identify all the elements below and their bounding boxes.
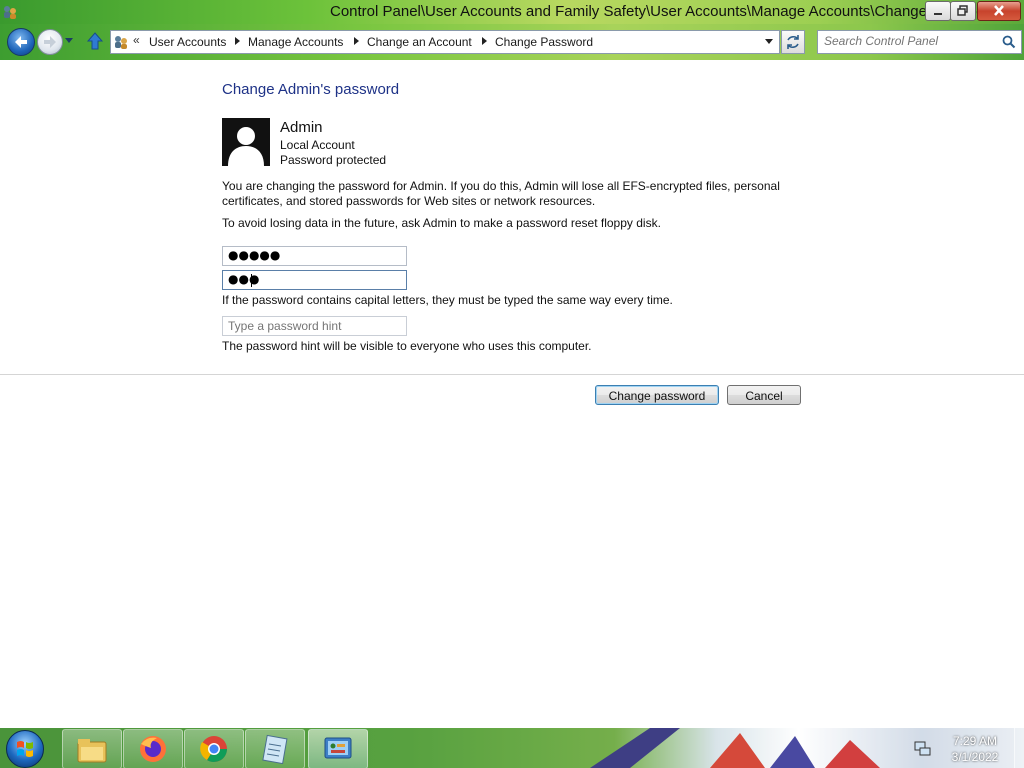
taskbar-notepad[interactable] bbox=[245, 729, 305, 768]
password-hint-field[interactable] bbox=[222, 316, 407, 336]
address-bar[interactable]: « User Accounts Manage Accounts Change a… bbox=[110, 30, 780, 54]
windows-logo-icon bbox=[17, 741, 33, 757]
clock-date[interactable]: 3/1/2022 bbox=[946, 750, 1004, 764]
new-password-value: ●●●●● bbox=[228, 248, 281, 262]
minimize-icon bbox=[934, 13, 942, 15]
taskbar-chrome[interactable] bbox=[184, 729, 244, 768]
warning-line-1: You are changing the password for Admin.… bbox=[222, 179, 780, 193]
hint-visibility-note: The password hint will be visible to eve… bbox=[222, 339, 592, 353]
window-title: Control Panel\User Accounts and Family S… bbox=[330, 3, 1021, 20]
user-silhouette-icon bbox=[228, 127, 264, 166]
password-hint-input[interactable] bbox=[228, 319, 398, 333]
taskbar: 7:29 AM 3/1/2022 bbox=[0, 728, 1024, 768]
file-explorer-icon bbox=[77, 739, 107, 763]
start-button[interactable] bbox=[6, 730, 44, 768]
back-button[interactable] bbox=[7, 28, 35, 56]
back-arrow-icon bbox=[15, 36, 27, 48]
forward-button[interactable] bbox=[37, 29, 63, 55]
avatar bbox=[222, 118, 270, 166]
breadcrumb-arrow-icon[interactable] bbox=[235, 37, 240, 45]
close-icon bbox=[994, 5, 1004, 16]
breadcrumb-arrow-icon[interactable] bbox=[354, 37, 359, 45]
cancel-button[interactable]: Cancel bbox=[727, 385, 801, 405]
close-button[interactable] bbox=[977, 1, 1021, 21]
confirm-password-field[interactable]: ●●● bbox=[222, 270, 407, 290]
account-type: Local Account bbox=[280, 138, 355, 152]
breadcrumb-overflow[interactable]: « bbox=[133, 33, 140, 47]
advice-text: To avoid losing data in the future, ask … bbox=[222, 216, 661, 230]
clock-time[interactable]: 7:29 AM bbox=[946, 734, 1004, 748]
taskbar-firefox[interactable] bbox=[123, 729, 183, 768]
minimize-button[interactable] bbox=[925, 1, 951, 21]
breadcrumb-user-accounts[interactable]: User Accounts bbox=[149, 35, 226, 49]
firefox-icon bbox=[140, 736, 166, 762]
up-arrow-icon[interactable] bbox=[86, 32, 104, 50]
restore-icon bbox=[957, 5, 968, 16]
refresh-icon bbox=[787, 35, 799, 49]
restore-button[interactable] bbox=[950, 1, 976, 21]
control-panel-icon bbox=[115, 36, 127, 49]
chrome-icon bbox=[200, 736, 228, 763]
breadcrumb-change-password[interactable]: Change Password bbox=[495, 35, 593, 49]
network-icon[interactable] bbox=[914, 740, 932, 756]
text-caret bbox=[251, 274, 252, 287]
forward-arrow-icon bbox=[44, 36, 56, 48]
search-input[interactable] bbox=[824, 33, 994, 49]
title-bar: Control Panel\User Accounts and Family S… bbox=[0, 0, 1024, 24]
refresh-button[interactable] bbox=[781, 30, 805, 54]
navigation-bar: « User Accounts Manage Accounts Change a… bbox=[0, 24, 1024, 60]
taskbar-file-explorer[interactable] bbox=[62, 729, 122, 768]
confirm-password-value: ●●● bbox=[228, 272, 260, 286]
account-name: Admin bbox=[280, 119, 323, 136]
breadcrumb-change-account[interactable]: Change an Account bbox=[367, 35, 472, 49]
show-desktop-button[interactable] bbox=[1014, 728, 1024, 768]
search-box[interactable] bbox=[817, 30, 1022, 54]
divider bbox=[0, 374, 1024, 375]
page-title: Change Admin's password bbox=[222, 81, 400, 98]
breadcrumb-arrow-icon[interactable] bbox=[482, 37, 487, 45]
new-password-field[interactable]: ●●●●● bbox=[222, 246, 407, 266]
address-dropdown-icon[interactable] bbox=[765, 39, 773, 44]
warning-line-2: certificates, and stored passwords for W… bbox=[222, 194, 596, 208]
control-panel-icon bbox=[324, 737, 352, 759]
taskbar-control-panel[interactable] bbox=[308, 729, 368, 768]
search-icon[interactable] bbox=[1002, 35, 1016, 49]
change-password-button[interactable]: Change password bbox=[595, 385, 719, 405]
notepad-icon bbox=[262, 734, 288, 764]
recent-pages-dropdown-icon[interactable] bbox=[64, 37, 74, 45]
account-status: Password protected bbox=[280, 153, 387, 167]
case-sensitivity-note: If the password contains capital letters… bbox=[222, 293, 673, 307]
breadcrumb-manage-accounts[interactable]: Manage Accounts bbox=[248, 35, 343, 49]
